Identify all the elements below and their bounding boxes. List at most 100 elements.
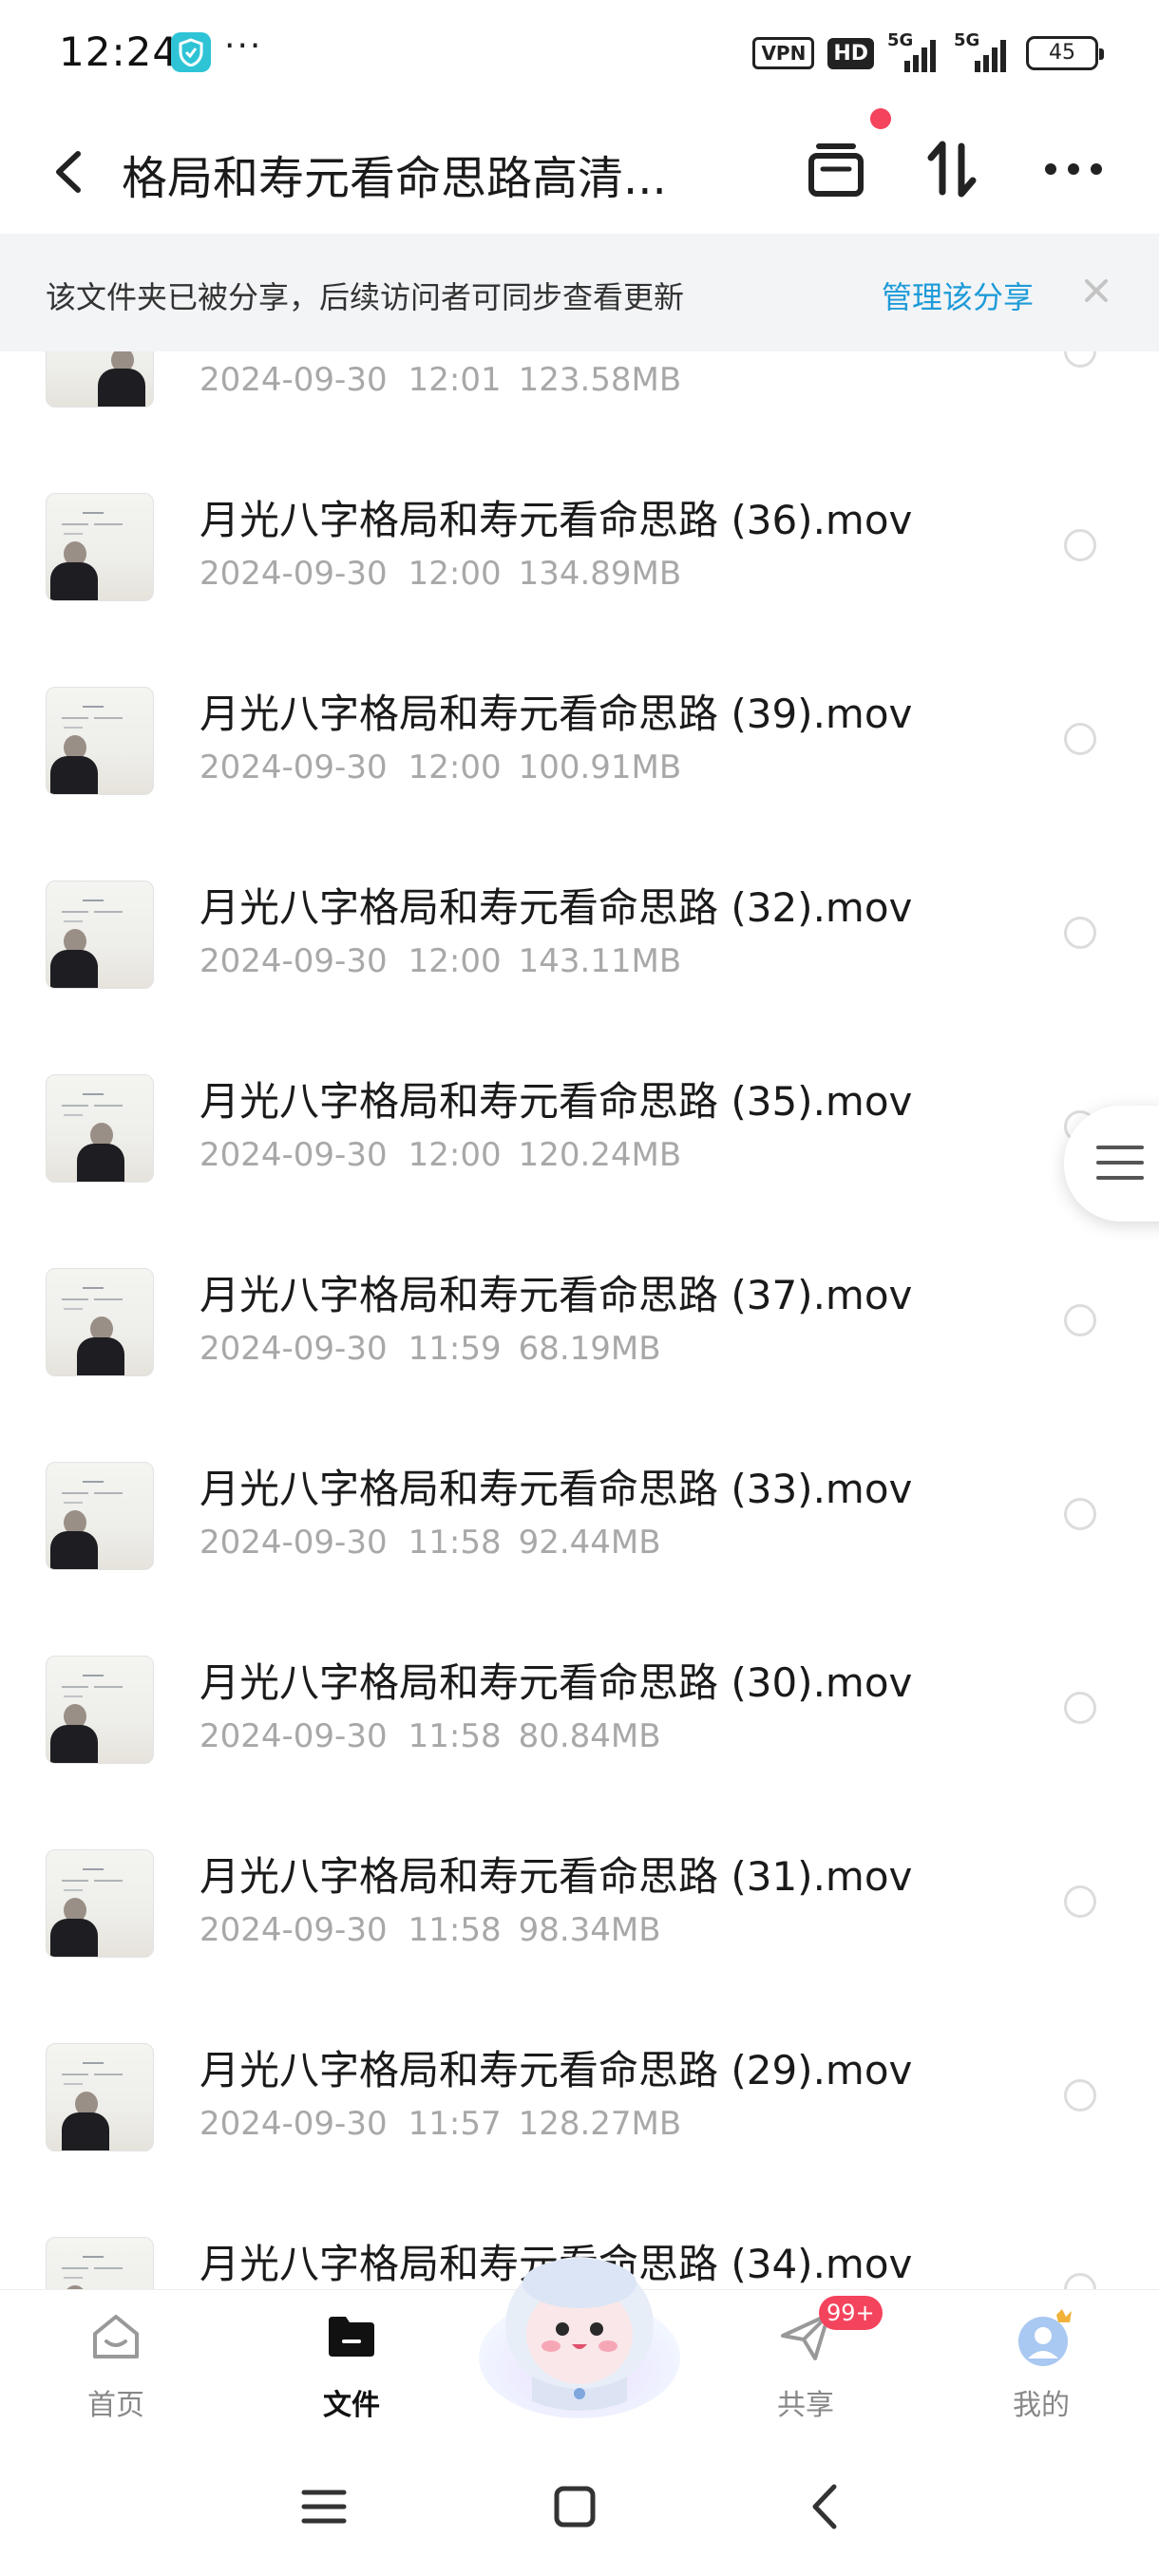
file-name: 月光八字格局和寿元看命思路 (32).mov — [200, 884, 913, 931]
file-name: 月光八字格局和寿元看命思路 (29).mov — [200, 2047, 913, 2093]
security-shield-icon — [171, 32, 211, 72]
system-back-icon[interactable] — [794, 2473, 861, 2540]
video-thumbnail — [46, 1462, 154, 1570]
video-thumbnail — [46, 2237, 154, 2289]
file-meta: 2024-09-30 12:00 100.91MB — [200, 748, 681, 786]
file-time: 12:01 — [408, 361, 502, 399]
select-checkbox[interactable] — [1064, 1885, 1096, 1918]
file-meta: 2024-09-30 11:59 68.19MB — [200, 1330, 661, 1368]
file-date: 2024-09-30 — [200, 1524, 388, 1562]
select-checkbox[interactable] — [1064, 723, 1096, 755]
select-checkbox[interactable] — [1064, 529, 1096, 561]
network-type-label-2: 5G — [954, 30, 980, 50]
status-time: 12:24 — [59, 28, 180, 75]
nav-home[interactable]: 首页 — [40, 2290, 192, 2433]
file-size: 92.44MB — [518, 1524, 661, 1562]
select-checkbox[interactable] — [1064, 351, 1096, 368]
file-time: 12:00 — [408, 942, 502, 980]
file-list: 月光八字格局和寿元看命思路 (38).mov 2024-09-30 12:01 123… — [0, 351, 1159, 2289]
system-home-icon[interactable] — [542, 2473, 608, 2540]
file-time: 11:59 — [408, 1330, 502, 1368]
video-thumbnail — [46, 1268, 154, 1376]
file-name: 月光八字格局和寿元看命思路 (39).mov — [200, 691, 913, 737]
file-size: 134.89MB — [518, 555, 682, 593]
share-banner-text: 该文件夹已被分享，后续访问者可同步查看更新 — [46, 279, 685, 315]
video-thumbnail — [46, 881, 154, 989]
select-checkbox[interactable] — [1064, 917, 1096, 949]
file-time: 11:57 — [408, 2105, 502, 2143]
file-size: 120.24MB — [518, 1136, 682, 1174]
file-date: 2024-09-30 — [200, 1911, 388, 1949]
nav-files[interactable]: 文件 — [276, 2290, 428, 2433]
file-row[interactable]: 月光八字格局和寿元看命思路 (31).mov 2024-09-30 11:58 98.… — [0, 1805, 1159, 1998]
close-icon[interactable] — [1074, 268, 1119, 313]
file-time: 12:00 — [408, 748, 502, 786]
archive-icon[interactable] — [798, 131, 874, 207]
select-checkbox[interactable] — [1064, 1304, 1096, 1336]
back-icon[interactable] — [42, 139, 99, 205]
signal-icon: 5G — [887, 30, 940, 72]
assistant-mascot-button[interactable] — [475, 2234, 684, 2424]
file-name: 月光八字格局和寿元看命思路 (33).mov — [200, 1466, 913, 1512]
status-bar: 12:24 ··· VPN HD 5G 5G 45 — [0, 0, 1159, 104]
more-icon[interactable] — [1036, 131, 1112, 207]
file-date: 2024-09-30 — [200, 555, 388, 593]
video-thumbnail — [46, 1656, 154, 1764]
file-date: 2024-09-30 — [200, 2105, 388, 2143]
vpn-indicator: VPN — [752, 37, 815, 69]
file-meta: 2024-09-30 11:57 128.27MB — [200, 2105, 681, 2143]
nav-home-label: 首页 — [87, 2389, 144, 2422]
hd-indicator: HD — [827, 37, 874, 69]
notification-dot — [870, 108, 891, 129]
folder-icon — [323, 2307, 380, 2364]
file-name: 月光八字格局和寿元看命思路 (38).mov — [200, 351, 912, 352]
file-row[interactable]: 月光八字格局和寿元看命思路 (39).mov 2024-09-30 12:00 100… — [0, 642, 1159, 836]
home-icon — [87, 2307, 144, 2364]
file-size: 100.91MB — [518, 748, 682, 786]
header: 格局和寿元看命思路高清... — [0, 104, 1159, 233]
share-banner: 该文件夹已被分享，后续访问者可同步查看更新 管理该分享 — [0, 234, 1159, 351]
select-checkbox[interactable] — [1064, 2273, 1096, 2289]
file-row[interactable]: 月光八字格局和寿元看命思路 (35).mov 2024-09-30 12:00 120… — [0, 1030, 1159, 1223]
video-thumbnail — [46, 1074, 154, 1183]
video-thumbnail — [46, 1849, 154, 1958]
status-indicators: VPN HD 5G 5G 45 — [752, 30, 1104, 74]
sort-icon[interactable] — [914, 131, 990, 207]
video-thumbnail — [46, 687, 154, 795]
video-thumbnail — [46, 493, 154, 601]
network-type-label: 5G — [887, 30, 914, 50]
nav-files-label: 文件 — [323, 2389, 380, 2422]
file-row[interactable]: 月光八字格局和寿元看命思路 (33).mov 2024-09-30 11:58 92.… — [0, 1417, 1159, 1611]
file-date: 2024-09-30 — [200, 1717, 388, 1755]
file-row[interactable]: 月光八字格局和寿元看命思路 (30).mov 2024-09-30 11:58 80.… — [0, 1611, 1159, 1805]
file-row[interactable]: 月光八字格局和寿元看命思路 (37).mov 2024-09-30 11:59 68.… — [0, 1223, 1159, 1417]
file-row[interactable]: 月光八字格局和寿元看命思路 (29).mov 2024-09-30 11:57 128… — [0, 1998, 1159, 2192]
file-date: 2024-09-30 — [200, 1330, 388, 1368]
file-date: 2024-09-30 — [200, 748, 388, 786]
file-time: 12:00 — [408, 1136, 502, 1174]
nav-mine[interactable]: 我的 — [965, 2290, 1117, 2433]
select-checkbox[interactable] — [1064, 1498, 1096, 1530]
select-checkbox[interactable] — [1064, 1692, 1096, 1724]
file-time: 11:58 — [408, 1717, 502, 1755]
system-menu-icon[interactable] — [291, 2473, 357, 2540]
signal-icon-2: 5G — [954, 30, 1013, 72]
manage-share-link[interactable]: 管理该分享 — [882, 274, 1034, 317]
file-meta: 2024-09-30 12:00 134.89MB — [200, 555, 681, 593]
file-date: 2024-09-30 — [200, 942, 388, 980]
file-size: 80.84MB — [518, 1717, 661, 1755]
file-size: 128.27MB — [518, 2105, 682, 2143]
nav-mine-label: 我的 — [1013, 2389, 1070, 2422]
file-row[interactable]: 月光八字格局和寿元看命思路 (38).mov 2024-09-30 12:01 123… — [0, 351, 1159, 448]
file-size: 98.34MB — [518, 1911, 661, 1949]
file-size: 68.19MB — [518, 1330, 661, 1368]
file-row[interactable]: 月光八字格局和寿元看命思路 (32).mov 2024-09-30 12:00 143… — [0, 836, 1159, 1030]
file-meta: 2024-09-30 12:00 120.24MB — [200, 1136, 681, 1174]
battery-icon: 45 — [1026, 36, 1104, 70]
avatar-icon — [1013, 2307, 1072, 2366]
nav-share[interactable]: 99+ 共享 — [730, 2290, 883, 2433]
select-checkbox[interactable] — [1064, 2079, 1096, 2112]
file-row[interactable]: 月光八字格局和寿元看命思路 (36).mov 2024-09-30 12:00 134… — [0, 448, 1159, 642]
file-name: 月光八字格局和寿元看命思路 (36).mov — [200, 497, 913, 543]
file-date: 2024-09-30 — [200, 1136, 388, 1174]
